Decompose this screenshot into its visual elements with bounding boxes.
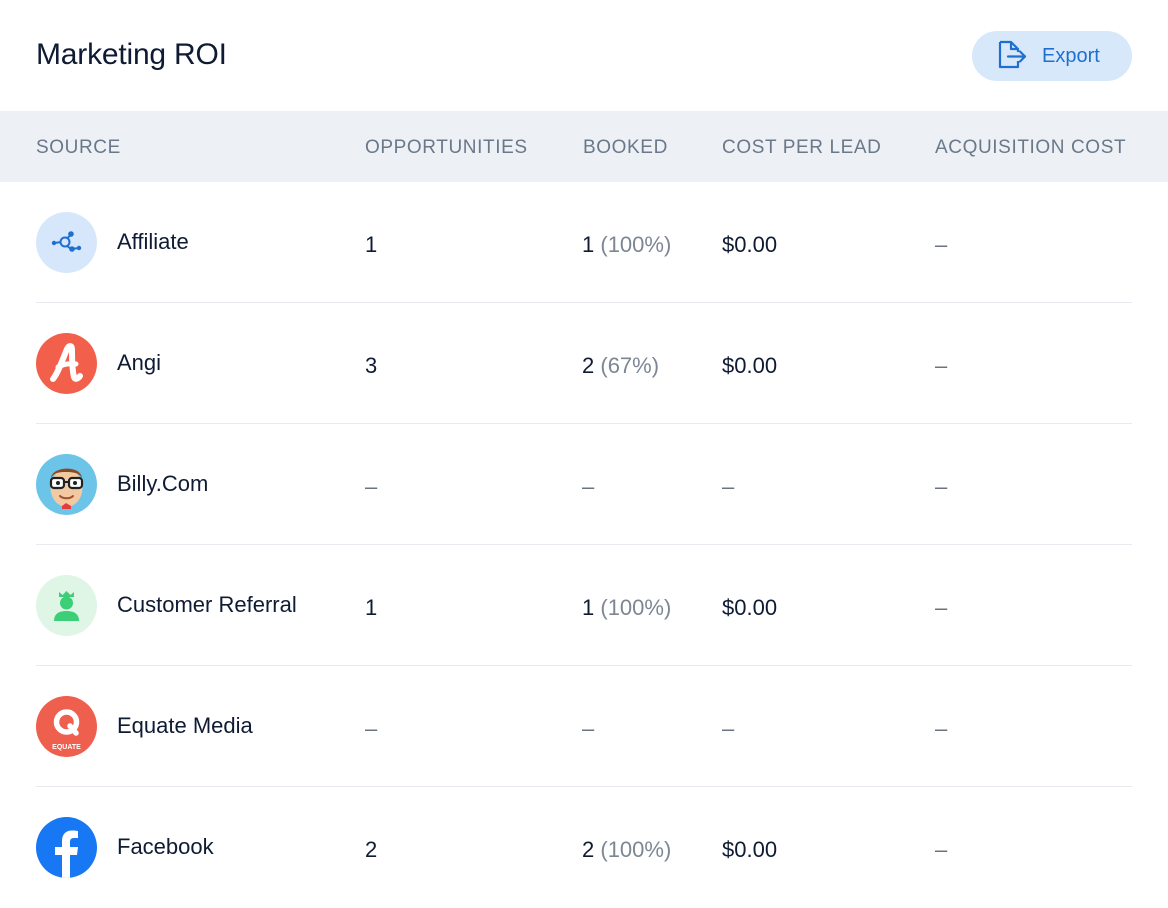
billy-com-logo-icon [36, 454, 97, 515]
cost-per-lead-value: $0.00 [722, 837, 778, 862]
export-label: Export [1042, 44, 1100, 67]
opportunities-value: – [365, 716, 378, 741]
acquisition-cost-value: – [935, 474, 948, 499]
affiliate-network-icon [36, 212, 97, 273]
opportunities-value: 3 [365, 353, 378, 378]
opportunities-value: 1 [365, 595, 378, 620]
booked-value: 2 (67%) [582, 353, 659, 379]
booked-count: 1 [582, 232, 595, 257]
booked-value: 2 (100%) [582, 837, 671, 863]
acquisition-cost-value: – [935, 232, 948, 257]
opportunities-value: – [365, 474, 378, 499]
cost-per-lead-value: $0.00 [722, 353, 778, 378]
opportunities-value: 2 [365, 837, 378, 862]
booked-value: 1 (100%) [582, 595, 671, 621]
export-icon [994, 39, 1028, 74]
source-name: Equate Media [117, 713, 253, 738]
column-header-cost-per-lead[interactable]: COST PER LEAD [722, 137, 882, 159]
table-row[interactable]: EQUATE Equate Media – – – – [36, 666, 1132, 787]
customer-referral-icon [36, 575, 97, 636]
booked-count: 1 [582, 595, 595, 620]
column-header-acquisition-cost[interactable]: ACQUISITION COST [935, 137, 1126, 159]
table-body: Affiliate 1 1 (100%) $0.00 – Angi 3 2 (6… [0, 182, 1168, 907]
page-title: Marketing ROI [36, 38, 227, 71]
source-name: Affiliate [117, 229, 189, 254]
cost-per-lead-value: $0.00 [722, 595, 778, 620]
booked-value: 1 (100%) [582, 232, 671, 258]
source-name: Billy.Com [117, 471, 209, 496]
source-name: Customer Referral [117, 592, 297, 617]
table-row[interactable]: Billy.Com – – – – [36, 424, 1132, 545]
acquisition-cost-value: – [935, 716, 948, 741]
booked-count: – [582, 716, 595, 741]
cost-per-lead-value: – [722, 716, 735, 741]
table-row[interactable]: Angi 3 2 (67%) $0.00 – [36, 303, 1132, 424]
source-name: Facebook [117, 834, 214, 859]
column-header-booked[interactable]: BOOKED [583, 137, 668, 159]
opportunities-value: 1 [365, 232, 378, 257]
acquisition-cost-value: – [935, 353, 948, 378]
cost-per-lead-value: $0.00 [722, 232, 778, 257]
export-button[interactable]: Export [972, 31, 1132, 81]
booked-percent: (100%) [600, 595, 672, 620]
booked-count: – [582, 474, 595, 499]
booked-percent: (100%) [600, 837, 672, 862]
angi-logo-icon [36, 333, 97, 394]
equate-media-logo-icon: EQUATE [36, 696, 97, 757]
table-row[interactable]: Facebook 2 2 (100%) $0.00 – [36, 787, 1132, 907]
booked-percent: (100%) [600, 232, 672, 257]
acquisition-cost-value: – [935, 837, 948, 862]
acquisition-cost-value: – [935, 595, 948, 620]
booked-count: 2 [582, 837, 595, 862]
booked-percent: (67%) [600, 353, 660, 378]
column-header-opportunities[interactable]: OPPORTUNITIES [365, 137, 528, 159]
equate-logo-text: EQUATE [52, 744, 81, 751]
facebook-logo-icon [36, 817, 97, 878]
booked-count: 2 [582, 353, 595, 378]
source-name: Angi [117, 350, 162, 375]
table-row[interactable]: Affiliate 1 1 (100%) $0.00 – [36, 182, 1132, 303]
cost-per-lead-value: – [722, 474, 735, 499]
booked-value: – [582, 474, 594, 500]
booked-value: – [582, 716, 594, 742]
table-header: SOURCE OPPORTUNITIES BOOKED COST PER LEA… [0, 111, 1168, 182]
table-row[interactable]: Customer Referral 1 1 (100%) $0.00 – [36, 545, 1132, 666]
column-header-source[interactable]: SOURCE [36, 137, 121, 159]
page-header: Marketing ROI Export [0, 0, 1168, 111]
